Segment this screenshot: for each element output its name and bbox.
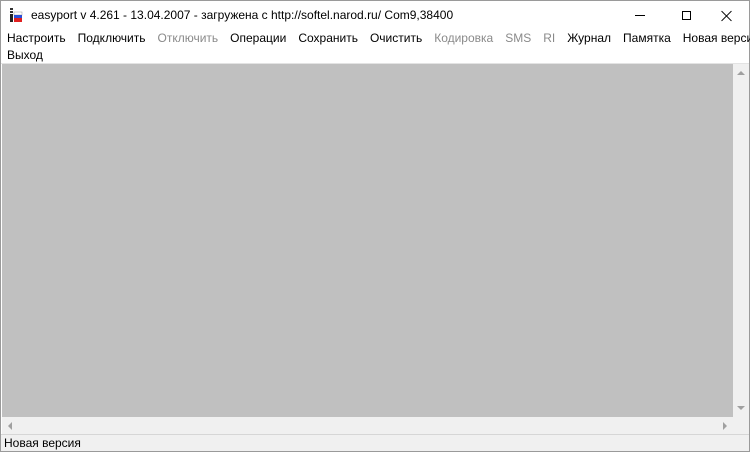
scrollbar-corner bbox=[733, 417, 749, 434]
status-bar: Новая версия bbox=[1, 434, 749, 451]
menu-item-podklyuchit[interactable]: Подключить bbox=[72, 30, 152, 47]
menu-row: Выход bbox=[1, 47, 49, 64]
terminal-area[interactable] bbox=[2, 64, 733, 417]
menu-item-zhurnal[interactable]: Журнал bbox=[561, 30, 617, 47]
menu-item-sokhranit[interactable]: Сохранить bbox=[292, 30, 364, 47]
scroll-up-icon[interactable] bbox=[737, 71, 745, 75]
vertical-scrollbar[interactable] bbox=[733, 64, 749, 417]
maximize-icon bbox=[681, 10, 691, 20]
horizontal-scrollbar[interactable] bbox=[2, 417, 733, 434]
menu-row: Настроить Подключить Отключить Операции … bbox=[1, 30, 750, 47]
app-window: easyport v 4.261 - 13.04.2007 - загружен… bbox=[0, 0, 750, 452]
easyport-app-icon bbox=[10, 8, 23, 22]
menu-item-sms[interactable]: SMS bbox=[499, 30, 537, 47]
menu-item-novaya-versiya[interactable]: Новая версия bbox=[677, 30, 750, 47]
menu-item-ri[interactable]: RI bbox=[537, 30, 561, 47]
menu-item-otklyuchit[interactable]: Отключить bbox=[152, 30, 225, 47]
minimize-icon bbox=[635, 14, 645, 16]
status-text: Новая версия bbox=[4, 436, 81, 450]
scroll-left-icon[interactable] bbox=[8, 422, 12, 430]
title-bar[interactable]: easyport v 4.261 - 13.04.2007 - загружен… bbox=[1, 1, 749, 29]
menu-item-kodirovka[interactable]: Кодировка bbox=[428, 30, 499, 47]
menu-bar: Настроить Подключить Отключить Операции … bbox=[1, 29, 750, 64]
menu-item-vykhod[interactable]: Выход bbox=[1, 47, 49, 64]
minimize-button[interactable] bbox=[617, 1, 663, 29]
close-icon bbox=[721, 10, 732, 21]
close-button[interactable] bbox=[703, 1, 749, 29]
window-title: easyport v 4.261 - 13.04.2007 - загружен… bbox=[31, 8, 454, 22]
scroll-right-icon[interactable] bbox=[723, 422, 727, 430]
menu-item-pamyatka[interactable]: Памятка bbox=[617, 30, 677, 47]
menu-item-ochistit[interactable]: Очистить bbox=[364, 30, 428, 47]
menu-item-nastroit[interactable]: Настроить bbox=[1, 30, 72, 47]
scroll-down-icon[interactable] bbox=[737, 406, 745, 410]
menu-item-operatsii[interactable]: Операции bbox=[224, 30, 292, 47]
